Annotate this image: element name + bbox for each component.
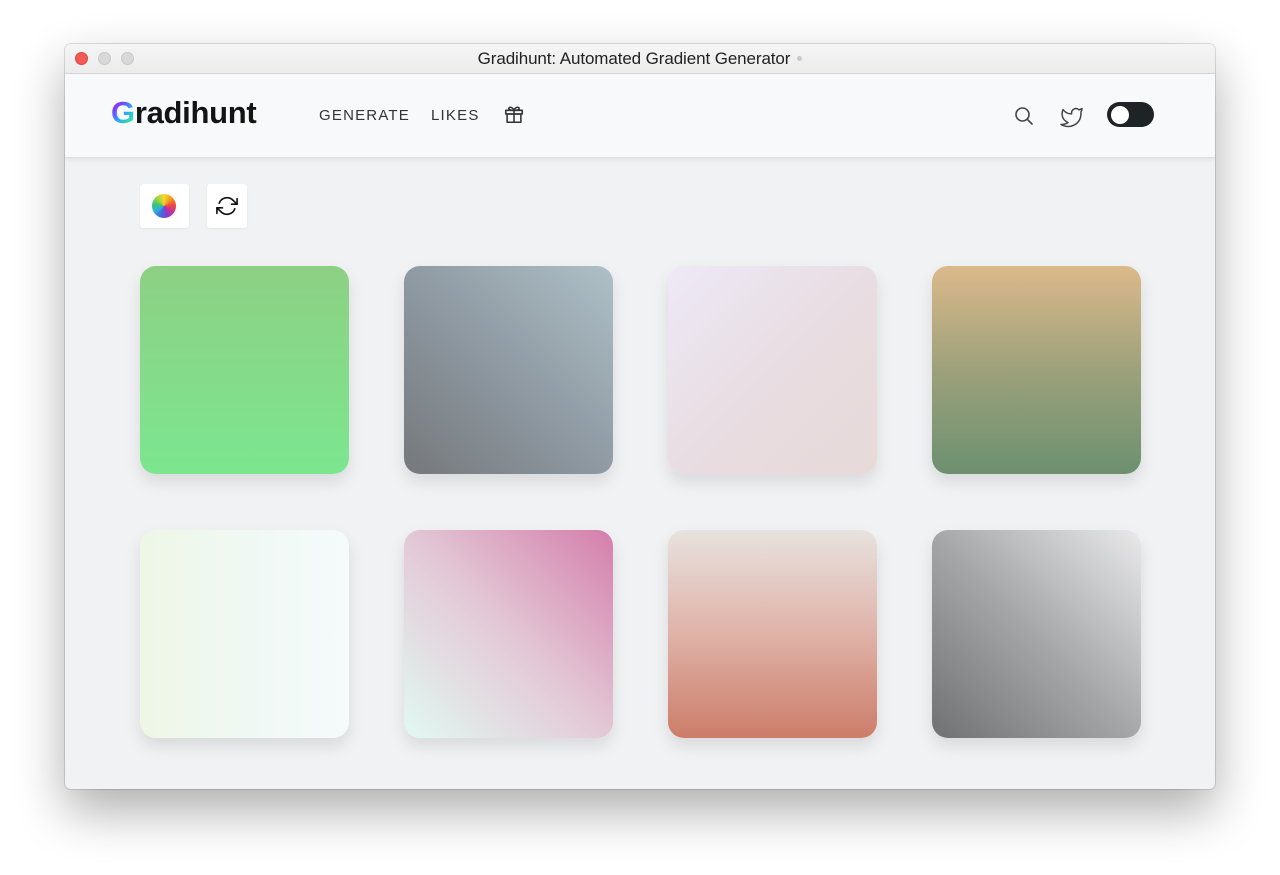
dark-mode-toggle[interactable]	[1107, 102, 1154, 127]
gradient-card[interactable]	[668, 266, 877, 474]
gradient-card[interactable]	[404, 266, 613, 474]
toggle-knob	[1111, 105, 1129, 124]
twitter-icon[interactable]	[1060, 104, 1084, 128]
site-navbar: Gradihunt GENERATE LIKES	[65, 74, 1215, 158]
search-icon[interactable]	[1012, 104, 1036, 128]
title-bar: Gradihunt: Automated Gradient Generator	[65, 44, 1215, 74]
nav-generate-link[interactable]: GENERATE	[319, 107, 410, 124]
browser-window: Gradihunt: Automated Gradient Generator …	[65, 44, 1215, 789]
gradient-card[interactable]	[932, 266, 1141, 474]
window-title: Gradihunt: Automated Gradient Generator	[65, 49, 1215, 69]
gradient-card[interactable]	[404, 530, 613, 738]
gradient-card[interactable]	[140, 266, 349, 474]
color-picker-button[interactable]	[140, 184, 189, 228]
logo-gradient-letter: G	[111, 95, 135, 130]
nav-likes-link[interactable]: LIKES	[431, 107, 480, 124]
window-title-text: Gradihunt: Automated Gradient Generator	[477, 49, 791, 68]
refresh-icon	[216, 196, 238, 216]
gradient-card[interactable]	[140, 530, 349, 738]
gradihunt-logo[interactable]: Gradihunt	[111, 95, 257, 131]
gradient-card[interactable]	[668, 530, 877, 738]
gradient-card[interactable]	[932, 530, 1141, 738]
logo-text: radihunt	[134, 95, 257, 130]
refresh-gradients-button[interactable]	[207, 184, 247, 228]
color-wheel-icon	[152, 194, 176, 218]
edited-dot-icon	[797, 56, 803, 62]
gift-icon[interactable]	[503, 103, 525, 125]
